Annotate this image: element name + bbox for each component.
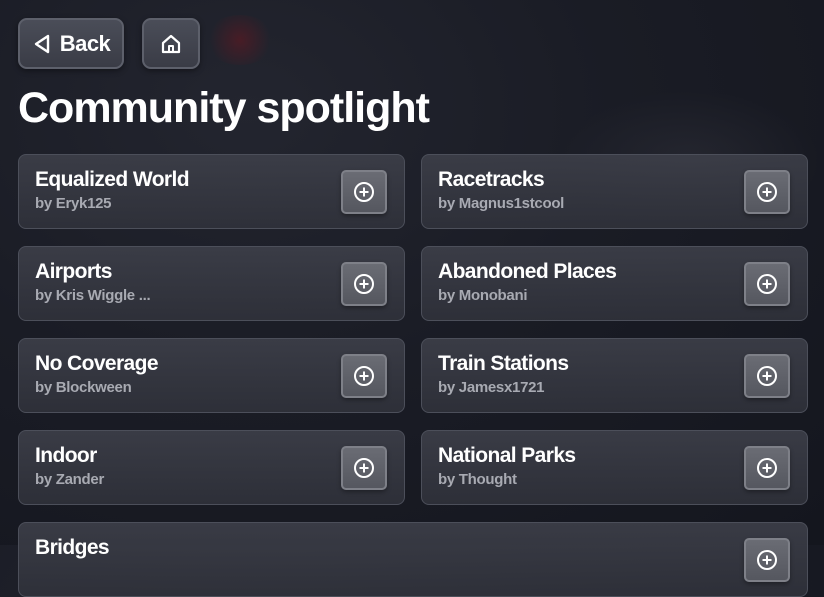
plus-circle-icon: [354, 274, 374, 294]
map-author: by Kris Wiggle ...: [35, 287, 151, 304]
plus-circle-icon: [354, 182, 374, 202]
add-map-button[interactable]: [341, 354, 387, 398]
map-card[interactable]: Train Stations by Jamesx1721: [421, 338, 808, 413]
map-author: by Zander: [35, 471, 104, 488]
add-map-button[interactable]: [744, 170, 790, 214]
plus-circle-icon: [354, 458, 374, 478]
add-map-button[interactable]: [341, 262, 387, 306]
map-grid: Equalized World by Eryk125 Racetracks by…: [18, 154, 808, 597]
home-button[interactable]: [142, 18, 200, 69]
plus-circle-icon: [757, 366, 777, 386]
map-author: by Monobani: [438, 287, 528, 304]
add-map-button[interactable]: [744, 262, 790, 306]
map-card[interactable]: Bridges: [18, 522, 808, 597]
home-icon: [161, 34, 181, 53]
map-author: by Magnus1stcool: [438, 195, 565, 212]
map-card[interactable]: Abandoned Places by Monobani: [421, 246, 808, 321]
map-author: by Blockween: [35, 379, 132, 396]
map-title: Bridges: [35, 536, 110, 559]
map-card[interactable]: Racetracks by Magnus1stcool: [421, 154, 808, 229]
map-title: Equalized World: [35, 168, 190, 191]
map-card[interactable]: Airports by Kris Wiggle ...: [18, 246, 405, 321]
add-map-button[interactable]: [341, 446, 387, 490]
back-label: Back: [59, 30, 111, 56]
add-map-button[interactable]: [744, 354, 790, 398]
map-card[interactable]: No Coverage by Blockween: [18, 338, 405, 413]
map-title: Indoor: [35, 444, 97, 467]
map-card[interactable]: Indoor by Zander: [18, 430, 405, 505]
map-title: National Parks: [438, 444, 576, 467]
map-card[interactable]: National Parks by Thought: [421, 430, 808, 505]
add-map-button[interactable]: [744, 446, 790, 490]
map-author: by Eryk125: [35, 195, 112, 212]
back-button[interactable]: Back: [18, 18, 124, 69]
map-title: No Coverage: [35, 352, 159, 375]
plus-circle-icon: [757, 182, 777, 202]
plus-circle-icon: [757, 274, 777, 294]
map-author: by Thought: [438, 471, 517, 488]
add-map-button[interactable]: [341, 170, 387, 214]
plus-circle-icon: [757, 550, 777, 570]
map-author: by Jamesx1721: [438, 379, 545, 396]
back-icon: [34, 34, 49, 53]
map-card[interactable]: Equalized World by Eryk125: [18, 154, 405, 229]
map-title: Airports: [35, 260, 112, 283]
plus-circle-icon: [354, 366, 374, 386]
map-title: Abandoned Places: [438, 260, 617, 283]
map-title: Racetracks: [438, 168, 545, 191]
top-bar: Back: [18, 18, 200, 69]
plus-circle-icon: [757, 458, 777, 478]
map-title: Train Stations: [438, 352, 569, 375]
page-title: Community spotlight: [18, 84, 430, 132]
